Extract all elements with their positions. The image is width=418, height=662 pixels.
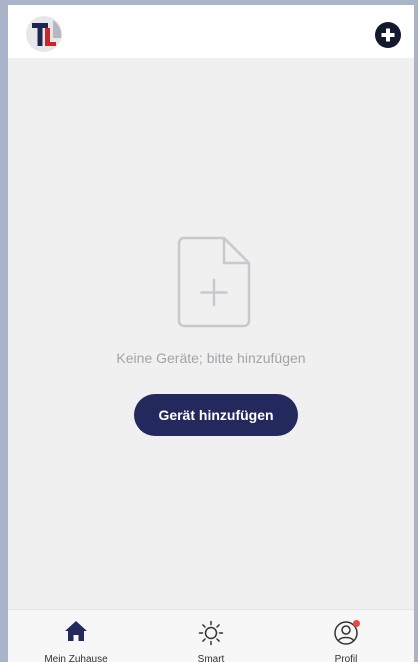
tab-label: Mein Zuhause <box>44 654 108 662</box>
sun-icon <box>198 620 224 651</box>
app-screen: Keine Geräte; bitte hinzufügen Gerät hin… <box>8 5 414 662</box>
add-device-button[interactable]: Gerät hinzufügen <box>134 394 298 436</box>
home-icon <box>64 620 88 647</box>
add-device-icon-button[interactable] <box>374 21 402 49</box>
header-bar <box>8 5 414 58</box>
tl-logo-icon <box>25 15 63 53</box>
tab-label: Smart <box>197 654 225 662</box>
notification-badge <box>353 620 360 627</box>
empty-state-message: Keine Geräte; bitte hinzufügen <box>116 350 306 366</box>
tab-smart[interactable]: Smart <box>143 610 279 662</box>
bottom-tab-bar: Mein Zuhause Smart Profil <box>8 609 414 662</box>
tab-label: Profil <box>334 654 358 662</box>
add-document-icon <box>176 235 252 329</box>
tab-mein-zuhause[interactable]: Mein Zuhause <box>8 610 144 662</box>
tab-profil[interactable]: Profil <box>278 610 414 662</box>
